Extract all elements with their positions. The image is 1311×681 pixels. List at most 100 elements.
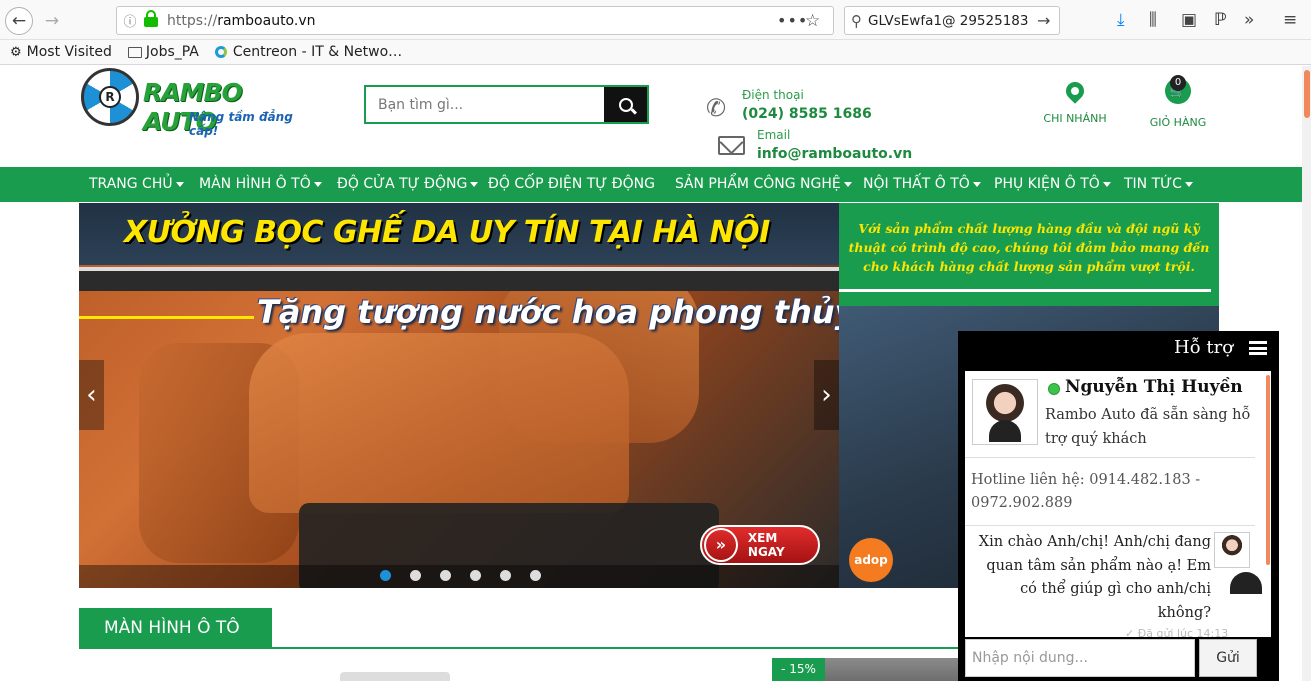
chat-divider [965,457,1255,458]
slider-dot[interactable] [530,570,541,581]
url-text[interactable]: https://ramboauto.vn [167,13,777,29]
back-button[interactable]: ← [5,7,33,35]
web-page: R RAMBO AUTO Nâng tầm đẳng cấp! Bạn tìm … [0,66,1302,681]
hero-title: XƯỞNG BỌC GHẾ DA UY TÍN TẠI HÀ NỘI [124,215,770,250]
double-chevron-icon: » [704,528,738,562]
seat-image [249,333,629,513]
cart-label: GIỎ HÀNG [1149,116,1207,129]
page-actions-icon[interactable]: ••• [777,11,807,30]
chat-divider [965,525,1255,526]
chevron-right-icon: › [821,380,832,410]
caret-down-icon [470,181,479,187]
nav-do-cop-dien[interactable]: ĐỘ CỐP ĐIỆN TỰ ĐỘNG [488,167,655,202]
slider-dot[interactable] [440,570,451,581]
slider-next-button[interactable]: › [814,360,839,430]
email-value[interactable]: info@ramboauto.vn [757,146,912,162]
caret-down-icon [313,181,322,187]
phone-icon: ✆ [706,94,727,122]
sidebar-icon[interactable]: ▣ [1181,10,1197,30]
hamburger-icon[interactable] [1249,341,1267,355]
folder-icon [127,46,142,58]
site-logo[interactable]: R RAMBO AUTO Nâng tầm đẳng cấp! [81,68,321,138]
hero-subtitle: Tặng tượng nước hoa phong thủy [257,293,839,331]
arrow-right-icon: → [44,11,60,31]
nav-phu-kien-o-to[interactable]: PHỤ KIỆN Ô TÔ [994,167,1111,202]
slider-dot[interactable] [410,570,421,581]
cta-label: XEM NGAY [747,531,785,559]
phone-value[interactable]: (024) 8585 1686 [742,106,872,122]
browser-search-bar[interactable]: ⚲ GLVsEwfa1@ 29525183 → [844,6,1060,35]
search-go-icon[interactable]: → [1037,11,1059,30]
search-icon: ⚲ [851,11,862,30]
bookmark-star-icon[interactable]: ☆ [805,11,833,31]
nav-man-hinh-o-to[interactable]: MÀN HÌNH Ô TÔ [199,167,322,202]
extension-icon[interactable]: ℙ [1214,10,1227,30]
page-scrollbar-thumb[interactable] [1304,70,1310,118]
hero-slider[interactable]: XƯỞNG BỌC GHẾ DA UY TÍN TẠI HÀ NỘI Tặng … [79,203,839,588]
agent-avatar [972,379,1038,445]
slider-dot[interactable] [500,570,511,581]
bookmark-label: Most Visited [26,44,112,60]
product-image[interactable] [340,672,450,681]
url-bar[interactable]: ⓘ https://ramboauto.vn ••• ☆ [116,6,834,35]
slider-prev-button[interactable]: ‹ [79,360,104,430]
agent-name: Nguyễn Thị Huyền [1065,377,1243,397]
page-scrollbar[interactable] [1302,66,1311,681]
nav-do-cua-tu-dong[interactable]: ĐỘ CỬA TỰ ĐỘNG [337,167,479,202]
message-sent-time: ✓ Đã gửi lúc 14:13 [1125,627,1229,637]
slider-dot[interactable] [470,570,481,581]
product-image[interactable] [825,658,960,681]
caret-down-icon [175,181,184,187]
centreon-icon [214,46,227,58]
gear-icon: ⚙ [10,44,22,60]
forward-button[interactable]: → [38,7,66,35]
slider-dot[interactable] [380,570,391,581]
caret-down-icon [1184,181,1193,187]
main-nav: TRANG CHỦ MÀN HÌNH Ô TÔ ĐỘ CỬA TỰ ĐỘNG Đ… [0,167,1302,202]
branch-link[interactable]: CHI NHÁNH [1040,78,1110,125]
caret-down-icon [972,181,981,187]
site-search-input[interactable]: Bạn tìm gì... [366,87,604,122]
nav-tin-tuc[interactable]: TIN TỨC [1124,167,1193,202]
bookmarks-bar: ⚙ Most Visited Jobs_PA Centreon - IT & Ne… [0,40,1311,65]
browser-toolbar: ← → ⓘ https://ramboauto.vn ••• ☆ ⚲ GLVsE… [0,0,1311,40]
browser-search-query[interactable]: GLVsEwfa1@ 29525183 [868,13,1037,29]
search-icon [618,97,633,112]
download-icon[interactable]: ⤓ [1117,10,1125,30]
phone-label: Điện thoại [742,88,804,102]
menu-icon[interactable]: ≡ [1283,10,1297,30]
nav-trang-chu[interactable]: TRANG CHỦ [89,167,184,202]
caret-down-icon [1102,181,1111,187]
chat-header[interactable]: Hỗ trợ [958,331,1279,365]
section-title-man-hinh[interactable]: MÀN HÌNH Ô TÔ [79,608,272,648]
nav-label: SẢN PHẨM CÔNG NGHỆ [675,176,841,192]
bookmark-jobs-pa[interactable]: Jobs_PA [127,44,199,60]
xem-ngay-button[interactable]: » XEM NGAY [700,525,820,565]
email-label: Email [757,128,791,142]
chat-footer: Nhập nội dung... Gửi [965,639,1271,681]
chat-send-button[interactable]: Gửi [1199,639,1257,677]
nav-label: NỘI THẤT Ô TÔ [863,176,970,192]
avatar-photo [975,382,1035,442]
wheel-logo-icon: R [81,68,139,126]
nav-label: MÀN HÌNH Ô TÔ [199,176,311,192]
bookmark-centreon[interactable]: Centreon - IT & Netwo… [214,44,402,60]
info-icon[interactable]: ⓘ [117,11,143,30]
cart-count-badge: 0 [1170,75,1186,91]
map-pin-icon [1062,78,1088,104]
nav-label: ĐỘ CỬA TỰ ĐỘNG [337,176,468,192]
site-search-button[interactable] [604,87,647,122]
library-icon[interactable]: ⫼ [1149,10,1157,30]
chevron-left-icon: ‹ [86,380,97,410]
nav-san-pham-cong-nghe[interactable]: SẢN PHẨM CÔNG NGHỆ [675,167,852,202]
chat-hotline: Hotline liên hệ: 0914.482.183 - 0972.902… [971,472,1201,511]
lock-icon[interactable] [143,9,159,27]
bookmark-label: Jobs_PA [145,44,199,60]
overflow-icon[interactable]: » [1244,10,1254,30]
nav-noi-that-o-to[interactable]: NỘI THẤT Ô TÔ [863,167,981,202]
chat-header-title: Hỗ trợ [1174,337,1234,358]
avatar-photo [1216,534,1262,594]
bookmark-most-visited[interactable]: ⚙ Most Visited [10,44,112,60]
chat-input[interactable]: Nhập nội dung... [965,639,1195,677]
chat-scrollbar[interactable] [1266,375,1270,565]
